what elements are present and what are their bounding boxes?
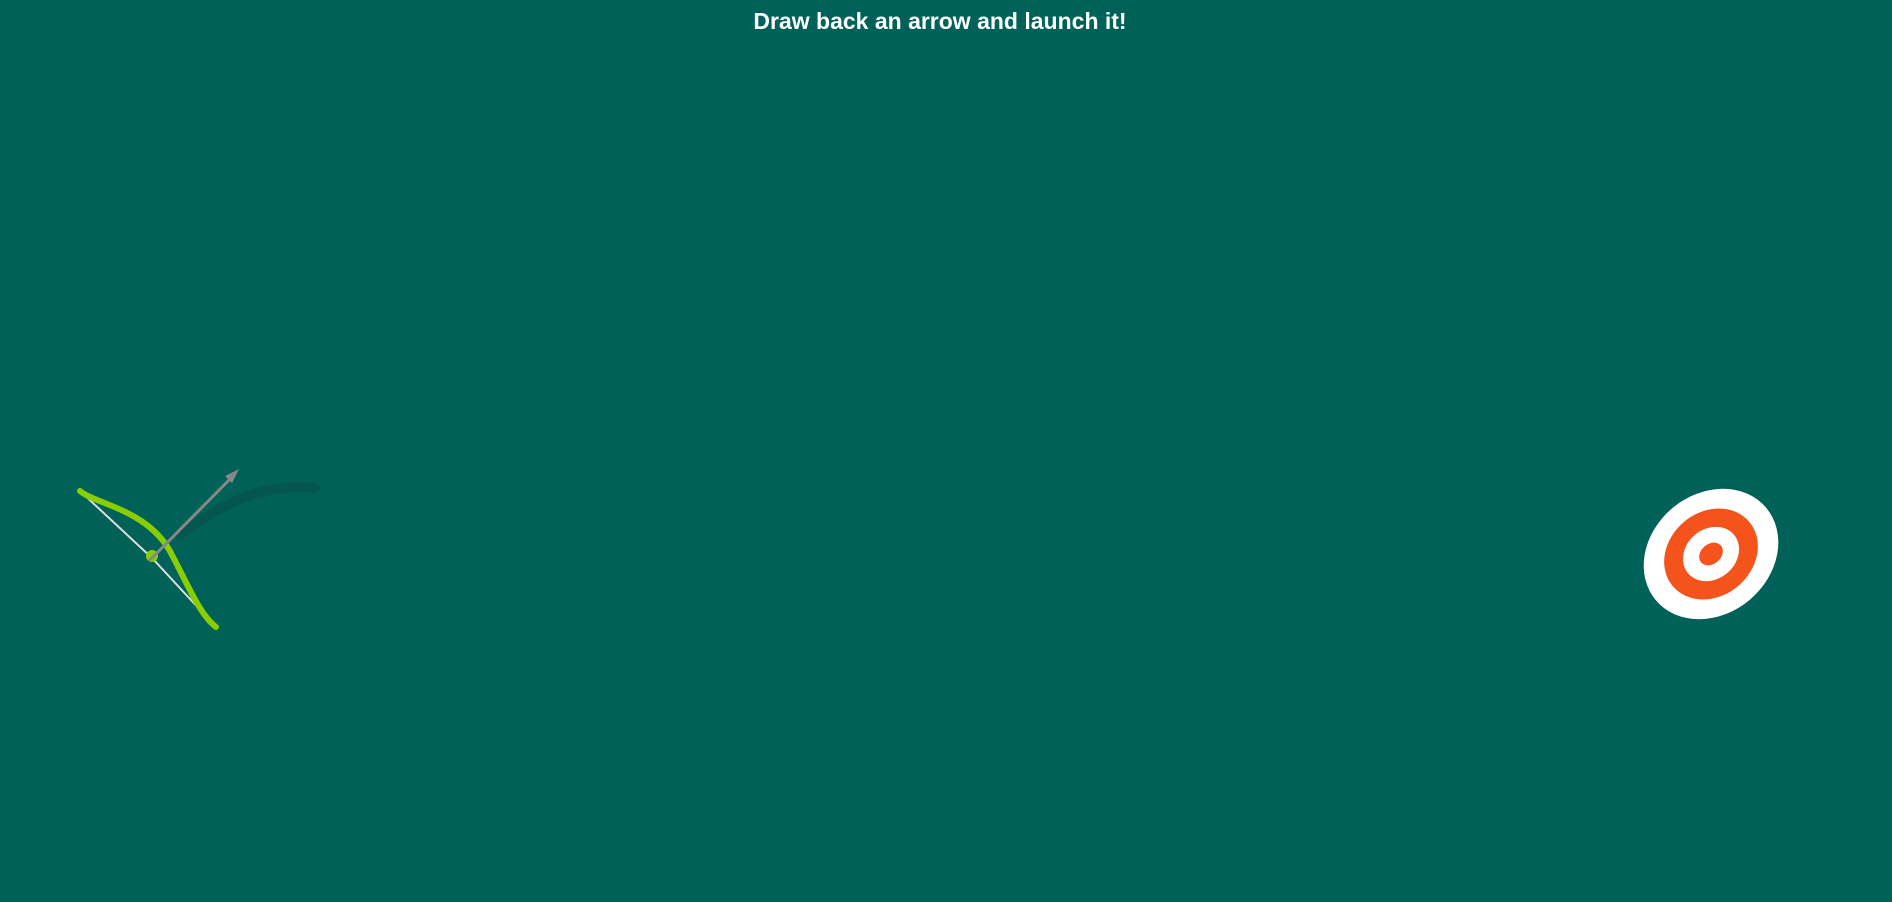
bow-icon[interactable] bbox=[77, 488, 219, 630]
game-scene[interactable]: Draw back an arrow and launch it! bbox=[0, 0, 1892, 902]
arrow-icon[interactable] bbox=[148, 469, 239, 562]
arrow-shaft bbox=[148, 475, 234, 562]
target-icon bbox=[1643, 488, 1779, 620]
game-canvas[interactable] bbox=[0, 0, 1892, 902]
